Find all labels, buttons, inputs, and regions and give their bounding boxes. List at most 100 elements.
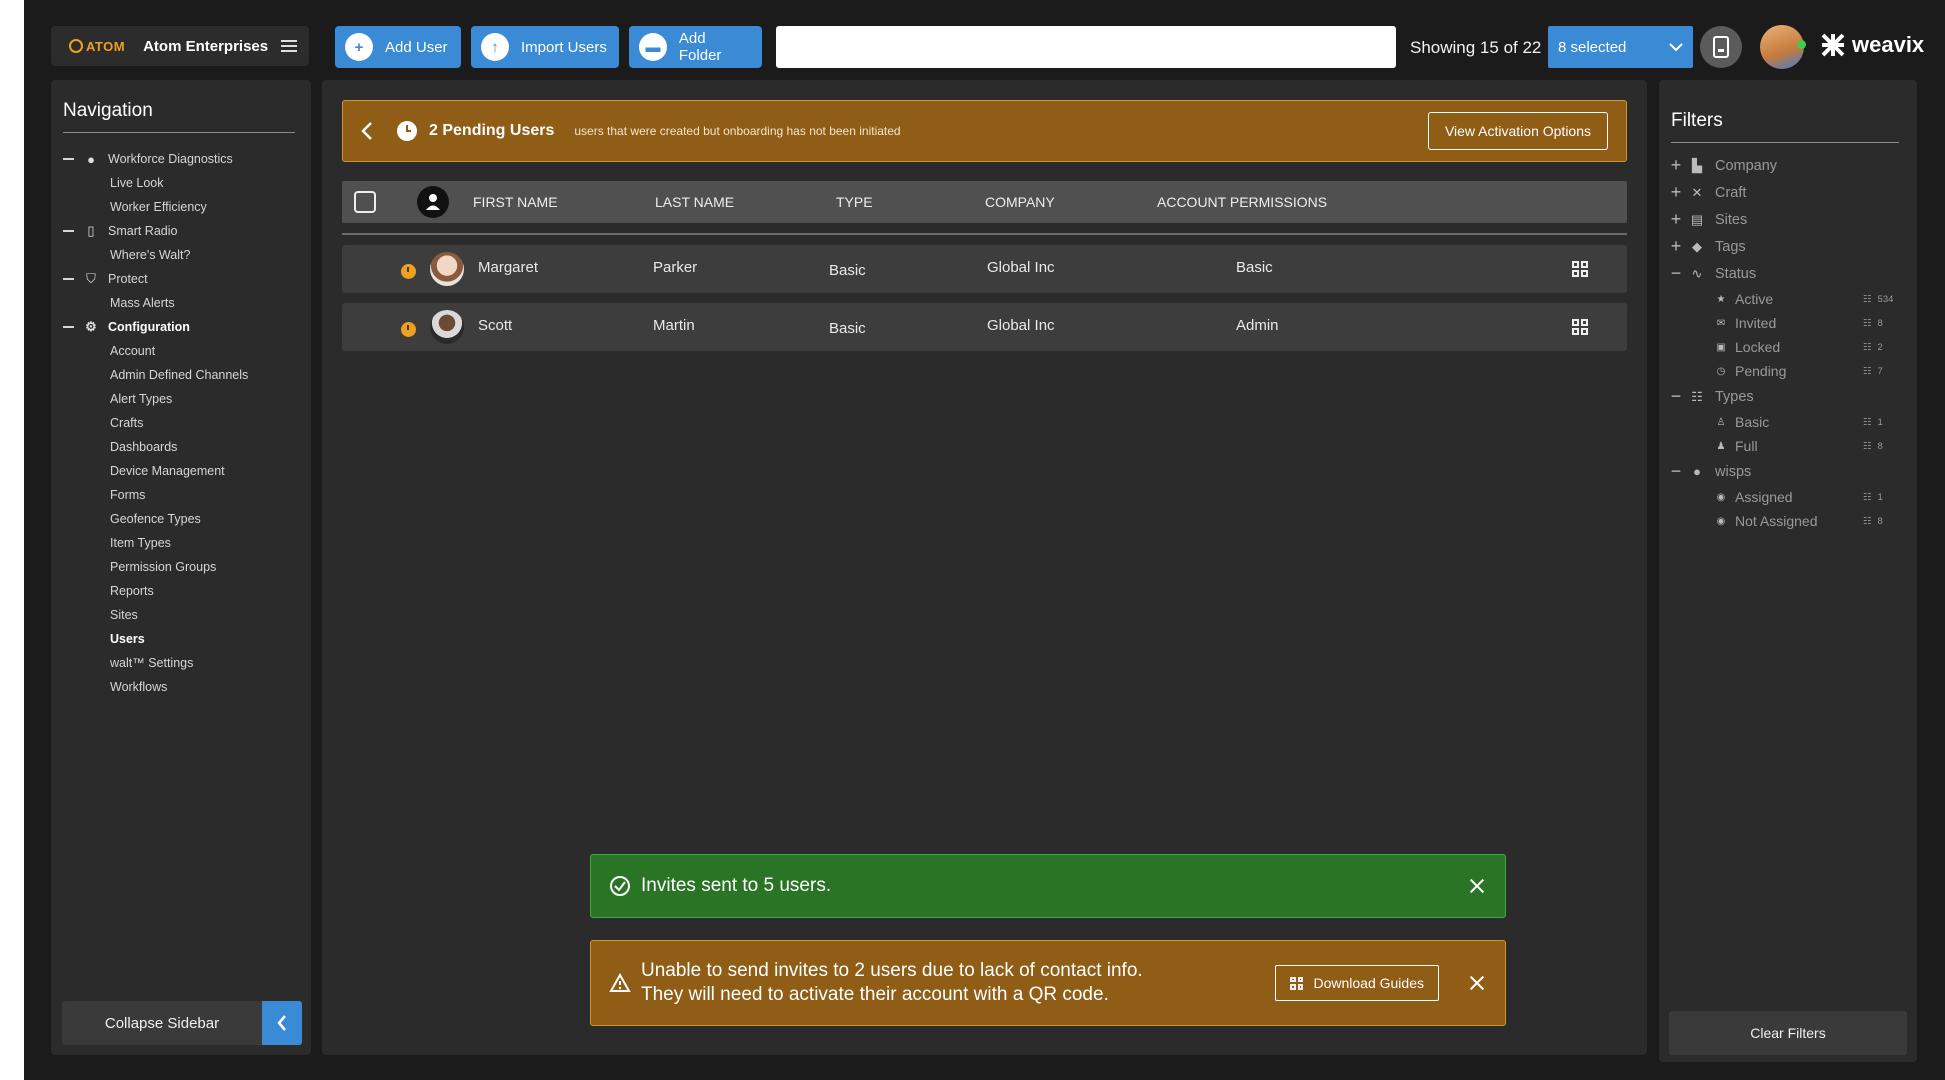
add-user-button[interactable]: + Add User [335, 26, 461, 68]
add-folder-label: Add Folder [678, 30, 722, 64]
select-all-checkbox[interactable] [354, 191, 376, 213]
avatar [430, 252, 464, 286]
filter-option[interactable]: ◷ Pending ☷ 7 [1669, 359, 1901, 383]
collapse-sidebar-button[interactable]: Collapse Sidebar [62, 1001, 302, 1045]
search-input[interactable] [776, 26, 1396, 68]
back-chevron-icon[interactable] [361, 122, 373, 140]
filter-option[interactable]: ♟ Full ☷ 8 [1669, 434, 1901, 458]
divider [1671, 142, 1899, 143]
filter-label: Sites [1715, 211, 1748, 228]
collapse-minus-icon[interactable]: − [1669, 461, 1683, 482]
sidebar-item[interactable]: ▯ Smart Radio [63, 219, 299, 243]
import-users-button[interactable]: ↑ Import Users [471, 26, 619, 68]
filter-label: Full [1735, 438, 1758, 454]
filter-group[interactable]: + ▤ Sites [1669, 206, 1901, 233]
sidebar-item-label: Account [110, 344, 156, 358]
table-row[interactable]: Margaret Parker Basic Global Inc Basic [342, 245, 1627, 293]
sidebar-item[interactable]: walt™ Settings [63, 651, 299, 675]
sidebar-item[interactable]: Geofence Types [63, 507, 299, 531]
expand-plus-icon[interactable]: + [1669, 209, 1683, 230]
showing-count: Showing 15 of 22 [1410, 38, 1542, 57]
sidebar-item[interactable]: Account [63, 339, 299, 363]
collapse-minus-icon[interactable] [63, 230, 74, 232]
column-type[interactable]: TYPE [836, 194, 873, 210]
sidebar-item[interactable]: Device Management [63, 459, 299, 483]
last-name-cell: Martin [653, 317, 695, 334]
close-icon[interactable] [1467, 876, 1487, 896]
expand-plus-icon[interactable]: + [1669, 236, 1683, 257]
sidebar-item[interactable]: ⚙ Configuration [63, 315, 299, 339]
expand-plus-icon[interactable]: + [1669, 155, 1683, 176]
collapse-minus-icon[interactable]: − [1669, 386, 1683, 407]
filter-option[interactable]: ◉ Not Assigned ☷ 8 [1669, 509, 1901, 533]
column-account-permissions[interactable]: ACCOUNT PERMISSIONS [1157, 194, 1327, 210]
sidebar-item[interactable]: Mass Alerts [63, 291, 299, 315]
view-activation-options-button[interactable]: View Activation Options [1427, 112, 1608, 150]
column-first-name[interactable]: FIRST NAME [473, 194, 558, 210]
filter-group[interactable]: − ∿ Status [1669, 260, 1901, 287]
filter-option[interactable]: ▣ Locked ☷ 2 [1669, 335, 1901, 359]
filter-label: Invited [1735, 315, 1777, 331]
column-company[interactable]: COMPANY [985, 194, 1055, 210]
gear-icon: ⚙ [85, 319, 97, 334]
filter-option[interactable]: ◉ Assigned ☷ 1 [1669, 485, 1901, 509]
sidebar-item[interactable]: Workflows [63, 675, 299, 699]
filter-label: Craft [1715, 184, 1747, 201]
expand-plus-icon[interactable]: + [1669, 182, 1683, 203]
collapse-minus-icon[interactable] [63, 326, 74, 328]
pending-users-banner: 2 Pending Users users that were created … [342, 100, 1627, 162]
filter-group[interactable]: − ☷ Types [1669, 383, 1901, 410]
people-icon: ☷ [1863, 317, 1872, 329]
filter-group[interactable]: + ▙ Company [1669, 152, 1901, 179]
sidebar-item[interactable]: Crafts [63, 411, 299, 435]
clock-icon [397, 121, 417, 141]
filter-group[interactable]: + ✕ Craft [1669, 179, 1901, 206]
filter-option[interactable]: ♙ Basic ☷ 1 [1669, 410, 1901, 434]
people-icon: ☷ [1863, 440, 1872, 452]
close-icon[interactable] [1467, 973, 1487, 993]
nav-list: ● Workforce Diagnostics Live Look Worker Ef… [63, 147, 299, 699]
collapse-minus-icon[interactable]: − [1669, 263, 1683, 284]
sidebar-item[interactable]: Where's Walt? [63, 243, 299, 267]
add-folder-button[interactable]: ▬ Add Folder [629, 26, 762, 68]
filter-option[interactable]: ✉ Invited ☷ 8 [1669, 311, 1901, 335]
sidebar-item[interactable]: Sites [63, 603, 299, 627]
sidebar-item-label: Sites [110, 608, 138, 622]
download-guides-button[interactable]: Download Guides [1275, 965, 1439, 1001]
filter-label: Pending [1735, 363, 1787, 379]
sidebar-item[interactable]: Item Types [63, 531, 299, 555]
collapse-minus-icon[interactable] [63, 158, 74, 160]
sidebar-item[interactable]: Users [63, 627, 299, 651]
selection-dropdown-label: 8 selected [1558, 38, 1627, 56]
sidebar-item[interactable]: Worker Efficiency [63, 195, 299, 219]
sidebar-item[interactable]: Alert Types [63, 387, 299, 411]
clear-filters-button[interactable]: Clear Filters [1669, 1011, 1907, 1055]
filter-group[interactable]: + ◆ Tags [1669, 233, 1901, 260]
people-icon: ☷ [1863, 341, 1872, 353]
sidebar-item[interactable]: Dashboards [63, 435, 299, 459]
sidebar-item[interactable]: Live Look [63, 171, 299, 195]
sidebar-item-label: Where's Walt? [110, 248, 191, 262]
column-last-name[interactable]: LAST NAME [655, 194, 734, 210]
qr-code-icon[interactable] [1572, 319, 1588, 335]
chevron-down-icon [1669, 42, 1683, 51]
sidebar-item[interactable]: Permission Groups [63, 555, 299, 579]
sidebar-item[interactable]: Admin Defined Channels [63, 363, 299, 387]
radio-device-icon [1713, 36, 1729, 58]
qr-code-icon[interactable] [1572, 261, 1588, 277]
sidebar-item[interactable]: Reports [63, 579, 299, 603]
filter-group[interactable]: − ● wisps [1669, 458, 1901, 485]
sidebar-item[interactable]: ● Workforce Diagnostics [63, 147, 299, 171]
sidebar-item-label: Item Types [110, 536, 171, 550]
sidebar-item[interactable]: ⛉ Protect [63, 267, 299, 291]
sidebar-item-label: Geofence Types [110, 512, 201, 526]
filter-option[interactable]: ★ Active ☷ 534 [1669, 287, 1901, 311]
selection-dropdown[interactable]: 8 selected [1548, 26, 1693, 68]
device-button[interactable] [1700, 26, 1742, 68]
person-outline-icon: ♙ [1716, 416, 1726, 428]
table-row[interactable]: Scott Martin Basic Global Inc Admin [342, 303, 1627, 351]
sidebar-item[interactable]: Forms [63, 483, 299, 507]
hamburger-menu-icon[interactable] [281, 40, 297, 52]
navigation-title: Navigation [63, 100, 153, 121]
collapse-minus-icon[interactable] [63, 278, 74, 280]
